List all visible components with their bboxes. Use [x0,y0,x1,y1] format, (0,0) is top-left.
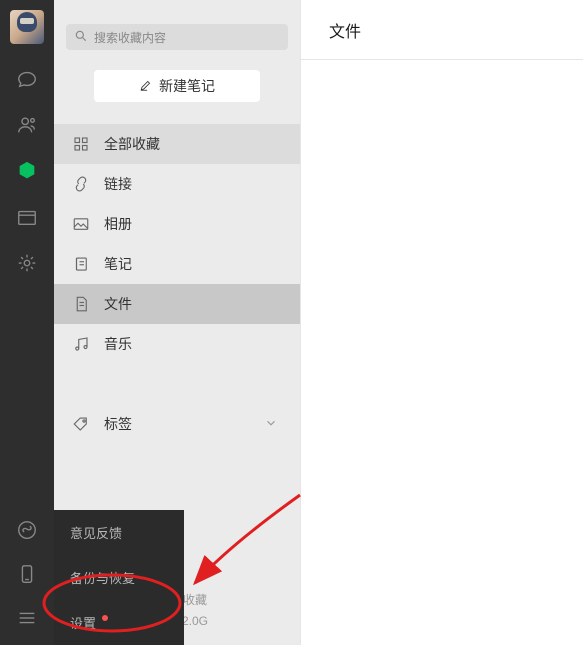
notebook-icon [72,255,90,273]
avatar[interactable] [10,10,44,44]
link-icon [72,175,90,193]
category-note[interactable]: 笔记 [54,244,300,284]
mini-program-icon[interactable] [16,519,38,541]
favorites-icon[interactable] [16,160,38,182]
files-folder-icon[interactable] [16,206,38,228]
chat-icon[interactable] [16,68,38,90]
category-label: 全部收藏 [104,134,160,154]
category-label: 文件 [104,294,132,314]
notification-dot-icon [102,615,108,621]
settings-popup: 意见反馈 备份与恢复 设置 [54,510,184,645]
music-icon [72,335,90,353]
tag-icon [72,415,90,433]
category-link[interactable]: 链接 [54,164,300,204]
category-music[interactable]: 音乐 [54,324,300,364]
file-icon [72,295,90,313]
category-list: 全部收藏 链接 相册 笔记 文件 [54,124,300,364]
tags-label: 标签 [104,414,132,434]
image-icon [72,215,90,233]
content-title: 文件 [301,0,583,60]
pencil-icon [139,78,153,95]
category-label: 笔记 [104,254,132,274]
nav-icons-lower [16,519,38,645]
chevron-down-icon [264,416,278,433]
mobile-icon[interactable] [16,563,38,585]
new-note-label: 新建笔记 [159,76,215,96]
popup-settings[interactable]: 设置 [54,600,184,645]
category-label: 链接 [104,174,132,194]
category-file[interactable]: 文件 [54,284,300,324]
category-label: 音乐 [104,334,132,354]
category-label: 相册 [104,214,132,234]
search-input[interactable]: 搜索收藏内容 [66,24,288,50]
content-panel: 文件 [300,0,583,645]
new-note-button[interactable]: 新建笔记 [94,70,260,102]
popup-feedback[interactable]: 意见反馈 [54,510,184,555]
tags-toggle[interactable]: 标签 [54,404,300,444]
grid-icon [72,135,90,153]
popup-backup[interactable]: 备份与恢复 [54,555,184,600]
menu-icon[interactable] [16,607,38,629]
search-placeholder: 搜索收藏内容 [94,29,166,46]
category-all[interactable]: 全部收藏 [54,124,300,164]
contacts-icon[interactable] [16,114,38,136]
category-album[interactable]: 相册 [54,204,300,244]
left-nav [0,0,54,645]
moments-icon[interactable] [16,252,38,274]
search-icon [74,29,88,46]
nav-icons-upper [16,68,38,274]
